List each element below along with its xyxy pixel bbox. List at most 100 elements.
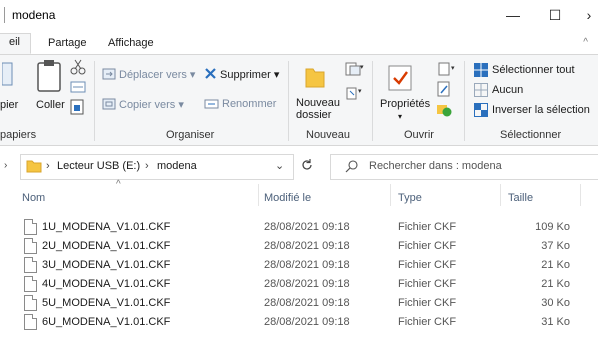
chevron-down-icon: ▾ — [273, 69, 280, 81]
new-item-icon[interactable]: ▾ — [344, 61, 364, 80]
file-size: 30 Ko — [541, 297, 570, 309]
history-icon[interactable] — [436, 101, 452, 120]
column-divider[interactable] — [390, 184, 391, 206]
file-modified: 28/08/2021 09:18 — [264, 297, 350, 309]
column-header-modified[interactable]: Modifié le — [264, 192, 311, 204]
invert-selection-icon — [474, 103, 488, 120]
file-name: 6U_MODENA_V1.01.CKF — [42, 316, 171, 328]
file-type: Fichier CKF — [398, 316, 457, 328]
paste-button[interactable]: Coller — [36, 99, 65, 111]
file-row[interactable]: 6U_MODENA_V1.01.CKF 28/08/2021 09:18 Fic… — [0, 313, 598, 332]
rename-button[interactable]: Renommer — [222, 98, 276, 110]
file-size: 37 Ko — [541, 240, 570, 252]
refresh-icon[interactable] — [300, 158, 314, 175]
file-name: 2U_MODENA_V1.01.CKF — [42, 240, 171, 252]
column-divider[interactable] — [500, 184, 501, 206]
file-size: 21 Ko — [541, 259, 570, 271]
group-divider — [94, 61, 95, 141]
move-to-icon — [102, 67, 116, 84]
maximize-button[interactable]: ☐ — [540, 4, 570, 26]
open-icon[interactable]: ▾ — [436, 61, 458, 80]
window-title: modena — [12, 8, 56, 22]
address-history-dropdown[interactable]: ⌄ — [275, 159, 284, 172]
search-input[interactable]: Rechercher dans : modena — [330, 154, 598, 180]
new-folder-button[interactable]: Nouveau dossier — [296, 97, 340, 121]
close-button[interactable]: › — [580, 4, 598, 26]
move-to-label: Déplacer vers — [119, 69, 187, 81]
file-icon — [24, 314, 37, 330]
rename-icon — [204, 98, 219, 113]
cut-icon[interactable] — [70, 59, 86, 78]
file-icon — [24, 219, 37, 235]
delete-label: Supprimer — [220, 69, 271, 81]
column-divider[interactable] — [258, 184, 259, 206]
tab-affichage[interactable]: Affichage — [100, 35, 162, 51]
file-row[interactable]: 4U_MODENA_V1.01.CKF 28/08/2021 09:18 Fic… — [0, 275, 598, 294]
copy-to-button[interactable]: Copier vers ▾ — [119, 98, 184, 111]
file-type: Fichier CKF — [398, 278, 457, 290]
group-label-clipboard: papiers — [0, 129, 37, 141]
column-header-type[interactable]: Type — [398, 192, 422, 204]
breadcrumb-modena[interactable]: modena — [157, 160, 197, 172]
group-label-open: Ouvrir — [404, 129, 434, 141]
title-separator — [4, 7, 5, 23]
file-size: 109 Ko — [535, 221, 570, 233]
ribbon: pier Coller papiers Déplacer vers ▾ Copi… — [0, 54, 598, 146]
column-divider[interactable] — [580, 184, 581, 206]
address-row: › › Lecteur USB (E:) › modena ⌄ Recherch… — [0, 148, 598, 182]
invert-selection-button[interactable]: Inverser la sélection — [492, 104, 590, 116]
group-divider — [288, 61, 289, 141]
group-label-organize: Organiser — [166, 129, 215, 141]
file-row[interactable]: 1U_MODENA_V1.01.CKF 28/08/2021 09:18 Fic… — [0, 218, 598, 237]
file-modified: 28/08/2021 09:18 — [264, 221, 350, 233]
column-header-size[interactable]: Taille — [508, 192, 533, 204]
file-icon — [24, 257, 37, 273]
delete-button[interactable]: Supprimer ▾ — [220, 68, 279, 81]
file-size: 31 Ko — [541, 316, 570, 328]
paste-shortcut-icon[interactable] — [70, 99, 84, 118]
file-modified: 28/08/2021 09:18 — [264, 259, 350, 271]
chevron-down-icon: ▾ — [189, 69, 196, 81]
file-row[interactable]: 5U_MODENA_V1.01.CKF 28/08/2021 09:18 Fic… — [0, 294, 598, 313]
copy-icon — [1, 61, 14, 90]
move-to-button[interactable]: Déplacer vers ▾ — [119, 68, 195, 81]
properties-button[interactable]: Propriétés — [380, 98, 430, 110]
chevron-right-icon: › — [4, 160, 8, 171]
breadcrumb-separator-icon: › — [145, 160, 149, 172]
new-folder-label-1: Nouveau — [296, 97, 341, 109]
column-header-name[interactable]: Nom — [22, 192, 45, 204]
group-label-new: Nouveau — [306, 129, 351, 141]
copy-button[interactable]: pier — [0, 99, 18, 111]
group-label-select: Sélectionner — [500, 129, 562, 141]
new-folder-icon — [304, 63, 326, 92]
file-type: Fichier CKF — [398, 259, 457, 271]
file-type: Fichier CKF — [398, 240, 457, 252]
select-all-icon — [474, 63, 488, 80]
file-row[interactable]: 3U_MODENA_V1.01.CKF 28/08/2021 09:18 Fic… — [0, 256, 598, 275]
svg-text:▾: ▾ — [360, 64, 364, 71]
file-name: 5U_MODENA_V1.01.CKF — [42, 297, 171, 309]
group-divider — [464, 61, 465, 141]
file-icon — [24, 238, 37, 254]
copy-path-icon[interactable] — [70, 81, 86, 96]
minimize-button[interactable]: — — [498, 4, 528, 26]
file-size: 21 Ko — [541, 278, 570, 290]
edit-icon[interactable] — [436, 81, 452, 100]
breadcrumb-separator-icon: › — [46, 160, 50, 172]
easy-access-icon[interactable]: ▾ — [344, 85, 364, 104]
file-icon — [24, 295, 37, 311]
select-none-button[interactable]: Aucun — [492, 84, 523, 96]
file-name: 4U_MODENA_V1.01.CKF — [42, 278, 171, 290]
tab-partage[interactable]: Partage — [40, 35, 95, 51]
chevron-down-icon: ▾ — [178, 99, 184, 111]
tab-accueil[interactable]: eil — [0, 33, 32, 54]
address-bar[interactable]: › Lecteur USB (E:) › modena ⌄ — [20, 154, 294, 180]
file-modified: 28/08/2021 09:18 — [264, 240, 350, 252]
breadcrumb-usb-drive[interactable]: Lecteur USB (E:) — [57, 160, 140, 172]
paste-icon — [36, 59, 62, 96]
file-row[interactable]: 2U_MODENA_V1.01.CKF 28/08/2021 09:18 Fic… — [0, 237, 598, 256]
select-all-button[interactable]: Sélectionner tout — [492, 64, 575, 76]
ribbon-collapse-icon[interactable]: ^ — [583, 37, 588, 48]
search-placeholder: Rechercher dans : modena — [369, 160, 502, 172]
title-bar: modena — ☐ › — [0, 0, 598, 32]
